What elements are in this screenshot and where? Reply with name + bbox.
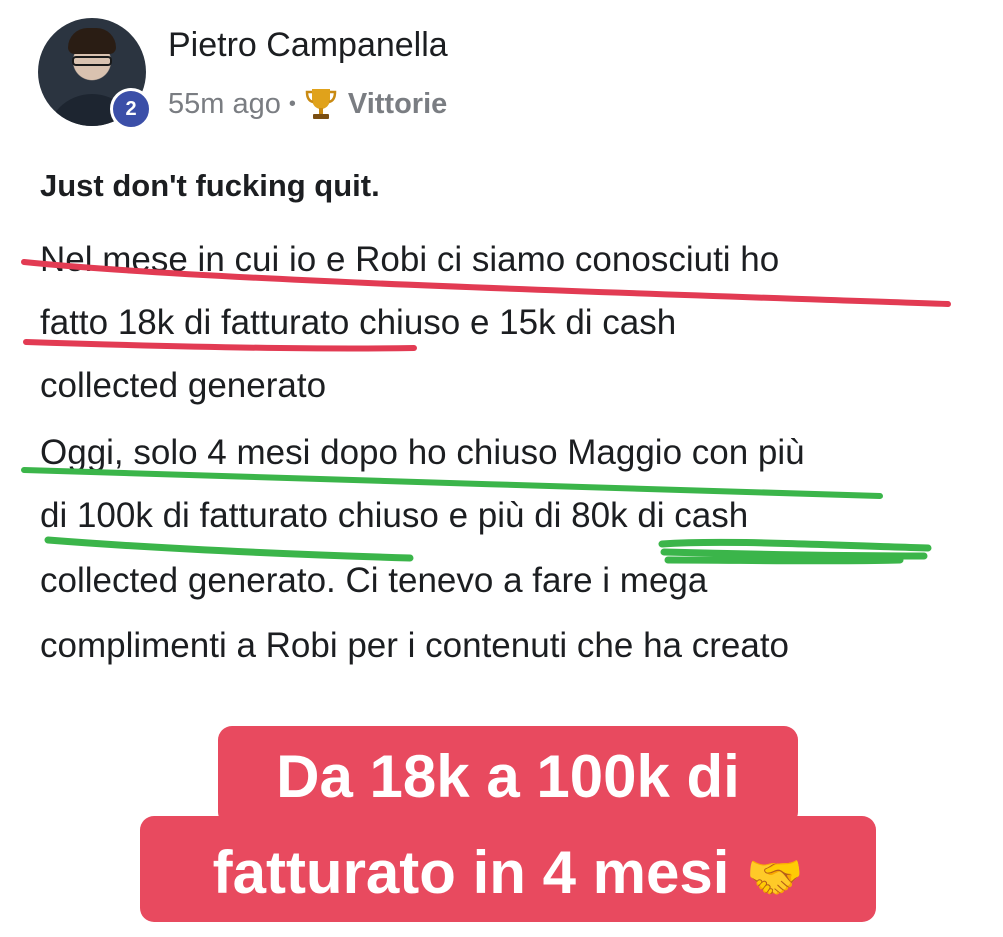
handshake-emoji: 🤝 xyxy=(746,851,804,903)
body-line: complimenti a Robi per i contenuti che h… xyxy=(40,626,790,665)
body-line: Nel mese in cui io e Robi ci siamo conos… xyxy=(40,240,780,279)
author-name[interactable]: Pietro Campanella xyxy=(168,26,448,65)
level-badge: 2 xyxy=(110,88,152,130)
meta-separator: • xyxy=(288,92,296,115)
headline-line-2-text: fatturato in 4 mesi xyxy=(212,839,730,906)
green-scribble xyxy=(658,538,932,565)
post-meta: 55m ago • Vittorie xyxy=(168,86,447,122)
body-line: collected generato. Ci tenevo a fare i m… xyxy=(40,561,708,600)
body-line: collected generato xyxy=(40,366,327,405)
headline-line-1: Da 18k a 100k di xyxy=(276,743,740,810)
body-line: fatto 18k di fatturato chiuso e 15k di c… xyxy=(40,303,677,342)
avatar-hair xyxy=(68,28,116,54)
post-category[interactable]: Vittorie xyxy=(348,88,447,121)
trophy-icon xyxy=(305,89,337,119)
post-title: Just don't fucking quit. xyxy=(40,168,380,203)
avatar-glasses xyxy=(72,56,112,66)
green-underline-2 xyxy=(44,536,414,562)
green-underline-1 xyxy=(21,467,883,499)
headline-line-2: fatturato in 4 mesi 🤝 xyxy=(140,838,876,907)
facebook-post: 2 Pietro Campanella 55m ago • Vittorie J… xyxy=(0,0,1003,690)
body-line: Oggi, solo 4 mesi dopo ho chiuso Maggio … xyxy=(40,433,805,472)
body-line: di 100k di fatturato chiuso e più di 80k… xyxy=(40,496,749,535)
post-time[interactable]: 55m ago xyxy=(168,88,281,121)
